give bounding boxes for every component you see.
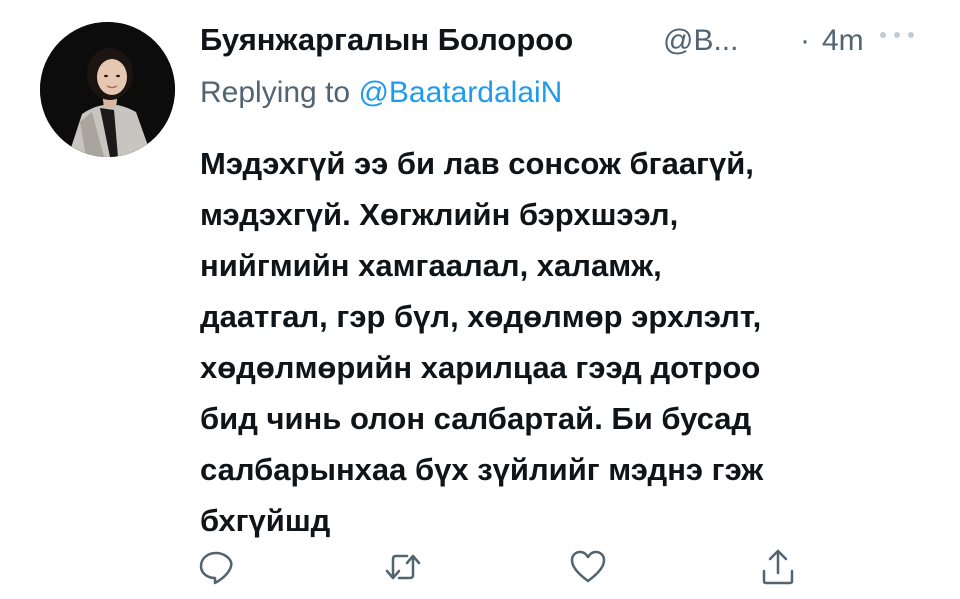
- timestamp[interactable]: 4m: [822, 24, 864, 58]
- tweet-text-line: бхгүйшд: [200, 503, 331, 538]
- reply-icon: [199, 551, 233, 585]
- tweet-text-line: мэдэхгүй. Хөгжлийн бэрхшээл,: [200, 197, 679, 232]
- more-options-icon[interactable]: [876, 28, 918, 42]
- like-button[interactable]: [566, 545, 610, 589]
- tweet: Буянжаргалын Болороо @B... · 4m Replying…: [0, 0, 960, 599]
- tweet-text-line: бид чинь олон салбартай. Би бусад: [200, 401, 752, 436]
- tweet-text-line: нийгмийн хамгаалал, халамж,: [200, 248, 662, 283]
- tweet-text-line: салбарынхаа бүх зүйлийг мэднэ гэж: [200, 452, 764, 487]
- reply-button[interactable]: [194, 545, 238, 589]
- replying-to-label: Replying to: [200, 76, 351, 109]
- replying-to-link[interactable]: @BaatardalaiN: [358, 76, 562, 109]
- tweet-text-line: Мэдэхгүй ээ би лав сонсож бгаагүй,: [200, 146, 754, 181]
- tweet-text-line: хөдөлмөрийн харилцаа гээд дотроо: [200, 350, 761, 385]
- tweet-text-line: даатгал, гэр бүл, хөдөлмөр эрхлэлт,: [200, 299, 762, 334]
- separator-dot: ·: [800, 24, 810, 57]
- retweet-icon: [385, 554, 421, 580]
- author-name[interactable]: Буянжаргалын Болороо: [200, 22, 573, 58]
- avatar-photo: [40, 22, 175, 157]
- share-icon: [762, 549, 794, 585]
- retweet-button[interactable]: [381, 545, 425, 589]
- avatar[interactable]: [40, 22, 175, 157]
- tweet-header: Буянжаргалын Болороо @B... · 4m: [200, 20, 920, 60]
- heart-icon: [570, 550, 606, 583]
- replying-to: Replying to @BaatardalaiN: [200, 76, 562, 110]
- share-button[interactable]: [756, 545, 800, 589]
- tweet-text: Мэдэхгүй ээ би лав сонсож бгаагүй, мэдэх…: [200, 138, 930, 546]
- tweet-actions: [0, 545, 960, 595]
- author-handle[interactable]: @B...: [663, 24, 738, 58]
